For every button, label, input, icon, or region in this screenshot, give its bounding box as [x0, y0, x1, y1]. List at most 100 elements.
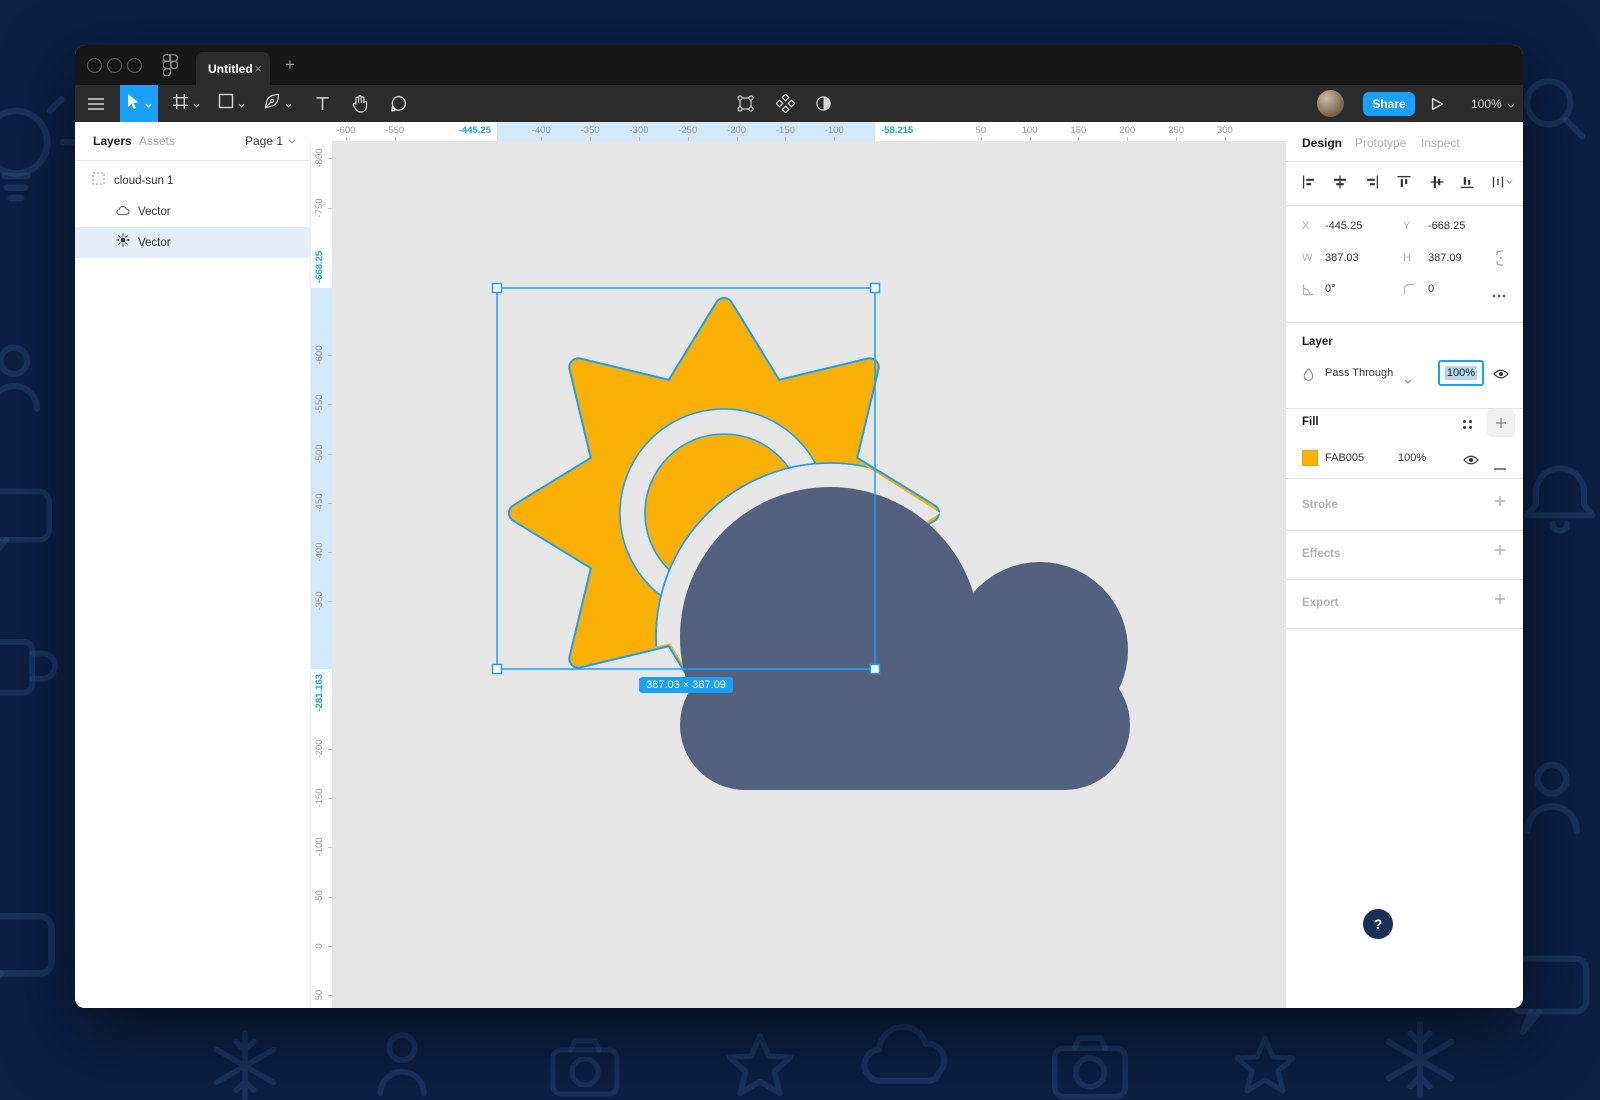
- w-value[interactable]: 387.03: [1325, 252, 1359, 264]
- edit-object-button[interactable]: [730, 85, 760, 122]
- layers-panel: Layers Assets Page 1 cloud-sun 1 Vector: [75, 122, 310, 1008]
- y-value[interactable]: -668.25: [1428, 220, 1465, 232]
- fill-section-title: Fill: [1302, 416, 1319, 428]
- align-left-icon[interactable]: [1302, 175, 1316, 194]
- zoom-menu[interactable]: 100%: [1471, 85, 1515, 122]
- figma-window: Untitled × +: [75, 45, 1523, 1008]
- mask-button[interactable]: [808, 85, 838, 122]
- y-label: Y: [1403, 220, 1410, 232]
- chevron-down-icon[interactable]: [1404, 371, 1412, 389]
- h-value[interactable]: 387.09: [1428, 252, 1462, 264]
- help-button[interactable]: ?: [1363, 909, 1393, 939]
- tab-inspect[interactable]: Inspect: [1421, 136, 1460, 150]
- effects-section-title: Effects: [1302, 548, 1340, 560]
- align-top-icon[interactable]: [1397, 175, 1411, 194]
- comment-tool-button[interactable]: [383, 85, 413, 122]
- add-stroke-button[interactable]: [1494, 494, 1506, 512]
- x-value[interactable]: -445.25: [1325, 220, 1362, 232]
- vertical-ruler[interactable]: -800-750-600-550-500-450-400-350-200-150…: [310, 141, 332, 1008]
- add-export-button[interactable]: [1494, 592, 1506, 610]
- resize-handle-ne[interactable]: [871, 284, 880, 293]
- rotation-icon: [1302, 283, 1315, 301]
- inspector-panel: Design Prototype Inspect X -445.25 Y: [1286, 122, 1523, 1008]
- tab-bar: Untitled × +: [75, 45, 1523, 85]
- chevron-down-icon: [288, 139, 296, 144]
- window-zoom-button[interactable]: [127, 58, 142, 73]
- add-effect-button[interactable]: [1494, 543, 1506, 561]
- file-tab-title: Untitled: [208, 62, 254, 76]
- page-selector[interactable]: Page 1: [245, 134, 296, 148]
- rotation-value[interactable]: 0°: [1325, 283, 1336, 295]
- new-tab-button[interactable]: +: [278, 53, 302, 77]
- distribute-menu-icon[interactable]: [1492, 175, 1514, 194]
- chevron-down-icon[interactable]: [238, 95, 245, 113]
- blend-mode-value[interactable]: Pass Through: [1325, 367, 1393, 379]
- canvas[interactable]: 387.03 × 387.09: [332, 141, 1286, 1008]
- horizontal-ruler[interactable]: -600-550-400-350-300-250-200-150-1005010…: [332, 122, 1286, 141]
- remove-fill-icon[interactable]: [1494, 457, 1506, 475]
- fill-opacity-value[interactable]: 100%: [1398, 452, 1426, 464]
- layer-row-group[interactable]: cloud-sun 1: [75, 165, 310, 196]
- present-button[interactable]: [1431, 97, 1444, 116]
- align-bottom-icon[interactable]: [1460, 175, 1474, 194]
- add-fill-button[interactable]: [1487, 409, 1515, 437]
- resize-handle-nw[interactable]: [493, 284, 502, 293]
- artwork: [332, 141, 1286, 1008]
- layer-visibility-eye-icon[interactable]: [1493, 367, 1509, 385]
- page-selector-label: Page 1: [245, 134, 283, 148]
- chevron-down-icon[interactable]: [193, 95, 200, 113]
- constrain-proportions-icon[interactable]: [1495, 250, 1507, 271]
- fill-color-swatch[interactable]: [1302, 450, 1318, 466]
- frame-tool-icon: [172, 93, 189, 115]
- chevron-down-icon[interactable]: [145, 95, 152, 113]
- align-vertical-center-icon[interactable]: [1430, 175, 1444, 194]
- move-tool-icon: [126, 93, 141, 114]
- pen-tool-button[interactable]: [259, 85, 295, 122]
- cloud-vector[interactable]: [680, 487, 1130, 790]
- close-tab-icon[interactable]: ×: [254, 62, 262, 75]
- window-minimize-button[interactable]: [107, 58, 122, 73]
- layer-name: Vector: [138, 237, 171, 249]
- menu-button[interactable]: [83, 85, 109, 122]
- layer-opacity-value: 100%: [1445, 366, 1477, 380]
- sun-icon: [116, 233, 130, 252]
- window-close-button[interactable]: [87, 58, 102, 73]
- rectangle-tool-button[interactable]: [214, 85, 248, 122]
- layer-row-cloud-vector[interactable]: Vector: [75, 196, 310, 227]
- styles-icon[interactable]: [1462, 417, 1473, 435]
- fill-visibility-eye-icon[interactable]: [1463, 453, 1479, 471]
- fill-hex-value[interactable]: FAB005: [1325, 452, 1364, 464]
- pen-tool-icon: [263, 92, 281, 115]
- move-tool-button[interactable]: [120, 85, 158, 122]
- layer-name: Vector: [138, 206, 171, 218]
- share-button[interactable]: Share: [1363, 92, 1415, 116]
- corner-radius-value[interactable]: 0: [1428, 283, 1434, 295]
- text-tool-button[interactable]: [308, 85, 336, 122]
- corner-radius-icon: [1403, 283, 1416, 301]
- ruler-corner: [310, 122, 332, 141]
- stroke-section-title: Stroke: [1302, 499, 1338, 511]
- align-horizontal-center-icon[interactable]: [1333, 175, 1347, 194]
- file-tab[interactable]: Untitled ×: [196, 52, 270, 85]
- resize-handle-se[interactable]: [871, 665, 880, 674]
- x-label: X: [1302, 220, 1309, 232]
- layer-section-title: Layer: [1302, 336, 1333, 348]
- align-right-icon[interactable]: [1365, 175, 1379, 194]
- component-button[interactable]: [770, 85, 800, 122]
- cloud-icon: [116, 203, 130, 221]
- tab-assets[interactable]: Assets: [139, 134, 175, 148]
- figma-logo-icon: [163, 54, 178, 81]
- hand-tool-button[interactable]: [345, 85, 375, 122]
- tab-prototype[interactable]: Prototype: [1355, 136, 1406, 150]
- layer-row-sun-vector[interactable]: Vector: [75, 227, 310, 258]
- resize-handle-sw[interactable]: [493, 665, 502, 674]
- user-avatar[interactable]: [1317, 90, 1344, 117]
- layer-opacity-input[interactable]: 100%: [1438, 360, 1484, 386]
- tab-design[interactable]: Design: [1302, 136, 1342, 150]
- more-options-icon[interactable]: [1492, 285, 1506, 303]
- w-label: W: [1302, 252, 1312, 264]
- tab-layers[interactable]: Layers: [93, 134, 132, 148]
- zoom-level-value: 100%: [1471, 97, 1502, 111]
- chevron-down-icon[interactable]: [285, 95, 292, 113]
- frame-tool-button[interactable]: [169, 85, 203, 122]
